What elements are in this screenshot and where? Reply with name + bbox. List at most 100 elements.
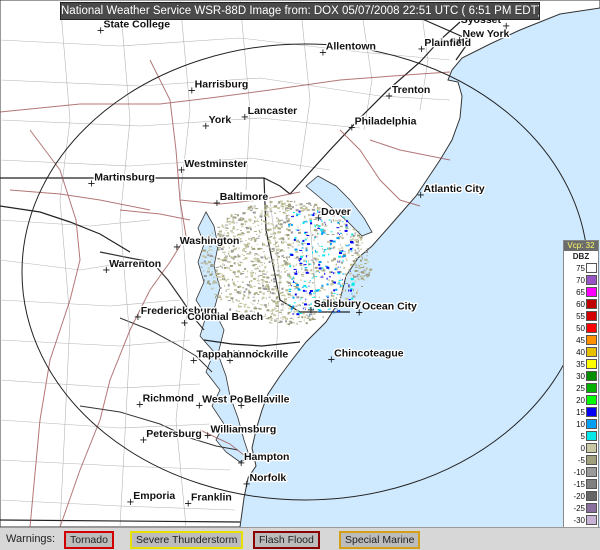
echo-pixel bbox=[272, 288, 274, 291]
echo-pixel bbox=[313, 293, 316, 295]
echo-pixel bbox=[273, 271, 275, 273]
echo-pixel bbox=[263, 208, 267, 211]
echo-pixel bbox=[341, 237, 344, 240]
echo-pixel bbox=[330, 231, 333, 233]
legend-entry-label: 60 bbox=[576, 300, 585, 309]
echo-pixel bbox=[250, 275, 253, 278]
echo-pixel bbox=[215, 296, 216, 299]
echo-pixel bbox=[366, 255, 368, 257]
echo-pixel bbox=[290, 244, 292, 247]
echo-pixel bbox=[240, 292, 242, 295]
echo-pixel bbox=[303, 284, 307, 287]
echo-pixel bbox=[236, 229, 239, 231]
echo-pixel bbox=[247, 270, 249, 273]
echo-pixel bbox=[332, 240, 336, 243]
echo-pixel bbox=[293, 212, 296, 213]
echo-pixel bbox=[318, 261, 322, 263]
echo-pixel bbox=[221, 275, 225, 278]
legend-entry-swatch bbox=[586, 431, 597, 441]
echo-pixel bbox=[253, 231, 257, 232]
echo-pixel bbox=[307, 237, 309, 239]
echo-pixel bbox=[296, 296, 300, 299]
echo-pixel bbox=[270, 318, 274, 320]
echo-pixel bbox=[211, 231, 213, 233]
echo-pixel bbox=[252, 207, 256, 209]
echo-pixel bbox=[274, 286, 277, 287]
echo-pixel bbox=[250, 239, 253, 241]
echo-pixel bbox=[301, 275, 305, 277]
warning-flash-flood-toggle[interactable]: Flash Flood bbox=[253, 531, 320, 549]
echo-pixel bbox=[245, 240, 247, 242]
echo-pixel bbox=[298, 258, 300, 261]
echo-pixel bbox=[246, 253, 250, 255]
echo-pixel bbox=[277, 248, 280, 250]
echo-pixel bbox=[242, 287, 245, 289]
echo-pixel bbox=[228, 221, 231, 223]
echo-pixel bbox=[222, 274, 225, 276]
echo-pixel bbox=[345, 226, 348, 229]
warning-severe-thunderstorm-toggle[interactable]: Severe Thunderstorm bbox=[130, 531, 244, 549]
echo-pixel bbox=[312, 247, 314, 250]
legend-entry-swatch bbox=[586, 287, 597, 297]
echo-pixel bbox=[279, 200, 283, 203]
echo-pixel bbox=[228, 223, 231, 225]
echo-pixel bbox=[338, 219, 342, 221]
echo-pixel bbox=[250, 260, 254, 262]
echo-pixel bbox=[316, 224, 318, 226]
echo-pixel bbox=[251, 270, 253, 272]
radar-map[interactable]: +State College+Allentown +Plainfield+New … bbox=[0, 0, 600, 527]
echo-pixel bbox=[353, 239, 357, 241]
echo-pixel bbox=[303, 264, 307, 266]
echo-pixel bbox=[241, 254, 243, 255]
echo-pixel bbox=[237, 293, 240, 295]
echo-pixel bbox=[344, 251, 346, 253]
echo-pixel bbox=[310, 269, 313, 272]
echo-pixel bbox=[259, 262, 263, 264]
echo-pixel bbox=[234, 248, 237, 251]
warning-special-marine-toggle[interactable]: Special Marine bbox=[339, 531, 421, 549]
echo-pixel bbox=[363, 265, 365, 267]
echo-pixel bbox=[344, 283, 346, 285]
echo-pixel bbox=[308, 285, 310, 287]
legend-entry-label: 40 bbox=[576, 348, 585, 357]
echo-pixel bbox=[284, 209, 288, 212]
echo-pixel bbox=[228, 267, 230, 270]
warning-tornado-toggle[interactable]: Tornado bbox=[64, 531, 114, 549]
echo-pixel bbox=[330, 271, 333, 273]
echo-pixel bbox=[296, 322, 298, 325]
echo-pixel bbox=[247, 209, 251, 211]
echo-pixel bbox=[358, 244, 361, 246]
echo-pixel bbox=[208, 247, 210, 250]
echo-pixel bbox=[290, 295, 294, 297]
echo-pixel bbox=[339, 230, 342, 232]
echo-pixel bbox=[268, 282, 270, 283]
echo-pixel bbox=[252, 300, 256, 302]
echo-pixel bbox=[344, 273, 348, 275]
echo-pixel bbox=[244, 268, 247, 270]
echo-pixel bbox=[261, 282, 264, 284]
echo-pixel bbox=[237, 305, 241, 308]
echo-pixel bbox=[292, 305, 295, 308]
echo-pixel bbox=[264, 304, 265, 306]
echo-pixel bbox=[355, 264, 358, 266]
legend-entry: 75 bbox=[565, 263, 597, 274]
echo-pixel bbox=[305, 247, 308, 250]
echo-pixel bbox=[345, 228, 349, 230]
echo-pixel bbox=[306, 221, 308, 223]
echo-pixel bbox=[328, 219, 331, 221]
echo-pixel bbox=[272, 232, 276, 234]
echo-pixel bbox=[302, 264, 304, 267]
city-label: Williamsburg bbox=[210, 423, 276, 435]
echo-pixel bbox=[263, 262, 265, 264]
echo-pixel bbox=[284, 270, 287, 273]
echo-pixel bbox=[299, 299, 301, 301]
echo-pixel bbox=[243, 254, 246, 256]
echo-pixel bbox=[304, 217, 306, 219]
echo-pixel bbox=[331, 295, 335, 298]
echo-pixel bbox=[303, 280, 306, 282]
echo-pixel bbox=[312, 261, 315, 263]
echo-pixel bbox=[252, 211, 256, 214]
echo-pixel bbox=[284, 268, 286, 270]
echo-pixel bbox=[266, 309, 270, 312]
legend-entry-swatch bbox=[586, 515, 597, 525]
